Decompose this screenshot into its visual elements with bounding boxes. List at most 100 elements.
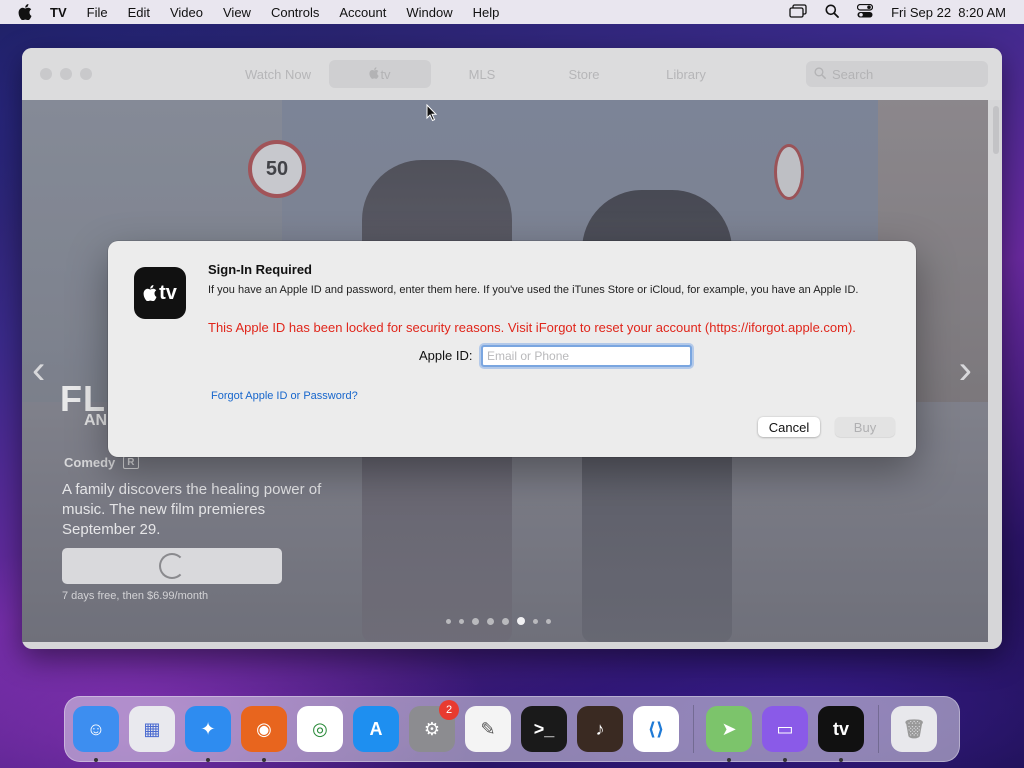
app-icon-label: tv <box>159 281 177 304</box>
page-dot[interactable] <box>533 618 538 624</box>
menu-controls[interactable]: Controls <box>271 5 319 20</box>
launchpad-icon: ▦ <box>143 718 161 739</box>
hero-page-indicator <box>446 617 551 625</box>
tab-store[interactable]: Store <box>533 60 635 88</box>
dock-chrome-app[interactable]: ◎ <box>297 706 343 752</box>
apple-id-input[interactable] <box>481 345 692 367</box>
window-controls <box>40 68 92 80</box>
price-note: 7 days free, then $6.99/month <box>62 590 209 602</box>
garageband-icon: ♪ <box>595 718 605 739</box>
safari-icon: ✦ <box>200 718 216 739</box>
trash-icon: 🗑 <box>902 718 926 739</box>
mouse-pointer-icon <box>426 104 438 122</box>
page-dot[interactable] <box>502 617 509 625</box>
apple-id-label: Apple ID: <box>419 348 473 363</box>
tab-watch-now[interactable]: Watch Now <box>227 60 329 88</box>
dock-finder-app[interactable]: ☺ <box>73 706 119 762</box>
forgot-apple-id-link[interactable]: Forgot Apple ID or Password? <box>211 390 358 402</box>
buy-button[interactable]: Buy <box>835 417 895 437</box>
page-dot[interactable] <box>459 618 464 624</box>
rating-badge: R <box>123 456 139 469</box>
page-dot[interactable] <box>472 617 479 625</box>
window-scrollbar[interactable] <box>992 106 1000 642</box>
search-placeholder: Search <box>832 66 874 82</box>
dock-textedit-app[interactable]: ✎ <box>465 706 511 752</box>
tab-apple-tv-plus[interactable]: tv <box>329 60 431 88</box>
dialog-title: Sign-In Required <box>208 262 312 277</box>
dock-tv-app[interactable]: tv <box>818 706 864 762</box>
notification-badge: 2 <box>439 700 459 720</box>
page-dot[interactable] <box>446 618 451 624</box>
dock-garageband-app[interactable]: ♪ <box>577 706 623 752</box>
terminal-icon: >_ <box>533 718 555 739</box>
dock-separator <box>878 705 879 753</box>
show-genre: Comedy R <box>64 455 139 470</box>
genre-label: Comedy <box>64 455 116 470</box>
hero-next-arrow-icon[interactable]: › <box>959 348 972 393</box>
menu-file[interactable]: File <box>87 5 108 20</box>
system-settings-icon: ⚙ <box>423 718 441 739</box>
dock-simulator-app[interactable]: ▭ <box>762 706 808 762</box>
dock-firefox-app[interactable]: ◉ <box>241 706 287 762</box>
finder-icon: ☺ <box>86 718 106 739</box>
dock-app-store-app[interactable]: A <box>353 706 399 752</box>
search-field[interactable]: Search <box>806 61 988 87</box>
sign-in-dialog: tv Sign-In Required If you have an Apple… <box>108 241 916 457</box>
running-indicator <box>206 758 210 762</box>
tab-library[interactable]: Library <box>635 60 737 88</box>
page-dot[interactable] <box>546 618 551 624</box>
dialog-error-message: This Apple ID has been locked for securi… <box>208 320 856 335</box>
hero-previous-arrow-icon[interactable]: ‹ <box>32 348 45 393</box>
menu-edit[interactable]: Edit <box>128 5 150 20</box>
menu-video[interactable]: Video <box>170 5 203 20</box>
running-indicator <box>839 758 843 762</box>
screen-mirroring-icon[interactable] <box>789 3 807 21</box>
app-store-icon: A <box>369 718 383 739</box>
dock-launchpad-app[interactable]: ▦ <box>129 706 175 752</box>
firefox-icon: ◉ <box>256 718 272 739</box>
window-titlebar: Watch Now tv MLS Store Library Search <box>22 48 1002 100</box>
show-description: A family discovers the healing power of … <box>62 481 322 538</box>
dock-system-settings-app[interactable]: ⚙ 2 <box>409 700 459 752</box>
search-icon <box>814 66 826 82</box>
textedit-icon: ✎ <box>480 718 496 739</box>
nav-tabs: Watch Now tv MLS Store Library <box>227 60 737 88</box>
tab-apple-tv-plus-label: tv <box>380 66 391 82</box>
menu-bar: TV File Edit Video View Controls Account… <box>0 0 1024 24</box>
page-dot[interactable] <box>487 617 494 625</box>
simulator-icon: ▭ <box>776 718 794 739</box>
scrollbar-thumb[interactable] <box>993 106 999 154</box>
control-center-icon[interactable] <box>856 3 874 21</box>
menu-account[interactable]: Account <box>339 5 386 20</box>
show-title-sub: AN <box>84 412 108 429</box>
menu-app-name[interactable]: TV <box>50 5 67 20</box>
menu-help[interactable]: Help <box>473 5 500 20</box>
tv-icon: tv <box>832 718 849 739</box>
dock-vscode-app[interactable]: ⟨⟩ <box>633 706 679 752</box>
running-indicator <box>262 758 266 762</box>
vscode-icon: ⟨⟩ <box>647 718 665 739</box>
menu-window[interactable]: Window <box>406 5 452 20</box>
loading-spinner-icon <box>159 553 185 579</box>
zoom-window-button[interactable] <box>80 68 92 80</box>
dialog-message: If you have an Apple ID and password, en… <box>208 284 859 296</box>
running-indicator <box>783 758 787 762</box>
dock-safari-app[interactable]: ✦ <box>185 706 231 762</box>
running-indicator <box>94 758 98 762</box>
spotlight-search-icon[interactable] <box>825 4 839 21</box>
dock-separator <box>693 705 694 753</box>
dock-maps-app[interactable]: ➤ <box>706 706 752 762</box>
minimize-window-button[interactable] <box>60 68 72 80</box>
page-dot[interactable] <box>517 617 525 625</box>
menu-view[interactable]: View <box>223 5 251 20</box>
dock-terminal-app[interactable]: >_ <box>521 706 567 752</box>
dock-trash-app[interactable]: 🗑 <box>891 706 937 752</box>
subscribe-button[interactable] <box>62 548 282 584</box>
maps-icon: ➤ <box>721 718 737 739</box>
close-window-button[interactable] <box>40 68 52 80</box>
menu-clock[interactable]: Fri Sep 22 8:20 AM <box>891 5 1006 20</box>
cancel-button[interactable]: Cancel <box>758 417 820 437</box>
apple-menu-icon[interactable] <box>18 4 36 20</box>
dock: ☺ ▦ ✦ ◉ ◎ A ⚙ 2 ✎ >_ ♪ ⟨⟩ ➤ ▭ tv 🗑 <box>64 696 960 762</box>
tab-mls[interactable]: MLS <box>431 60 533 88</box>
